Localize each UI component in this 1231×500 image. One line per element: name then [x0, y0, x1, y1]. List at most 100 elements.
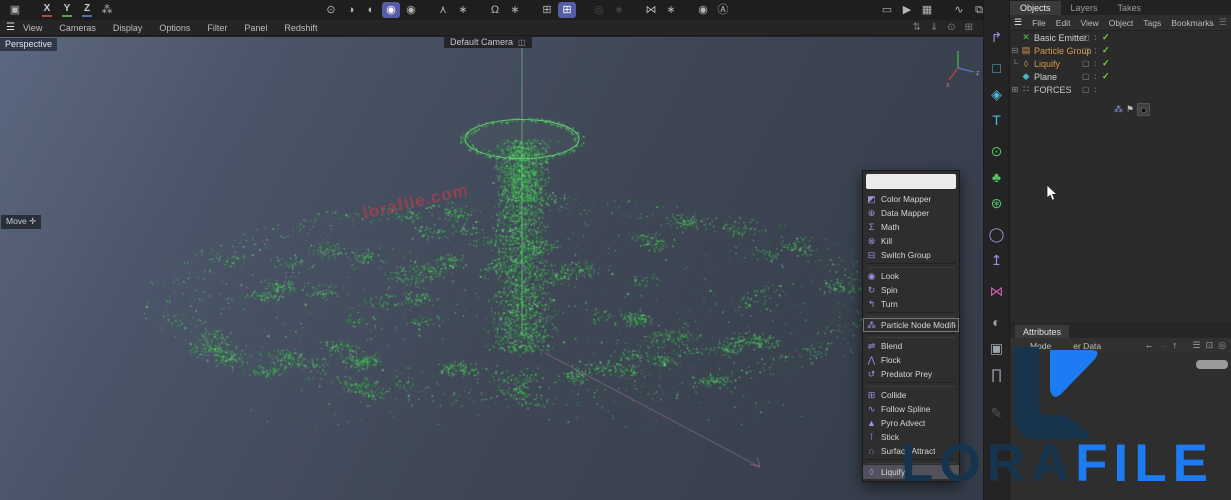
snap-polygon-icon[interactable]: ◐	[362, 2, 380, 18]
layer-toggle-icon[interactable]: ▢	[1082, 85, 1090, 94]
viewport-menu-item[interactable]: Filter	[207, 23, 227, 33]
visibility-dots-icon[interactable]: :	[1094, 33, 1097, 42]
snap-point-icon[interactable]: ⊙	[322, 2, 340, 18]
emitter-object-icon[interactable]: ⊙	[986, 139, 1008, 163]
panel-menu-item[interactable]: View	[1080, 18, 1098, 28]
menu-item-follow-spline[interactable]: ∿ Follow Spline	[863, 402, 959, 416]
text-object-icon[interactable]: T	[986, 108, 1008, 132]
layer-toggle-icon[interactable]: ▢	[1082, 59, 1090, 68]
xpresso-tag-icon[interactable]: ⁂	[1114, 104, 1123, 115]
sync-view-icon[interactable]: ⊙	[947, 22, 955, 33]
menu-item-kill[interactable]: ⊗ Kill	[863, 234, 959, 248]
tree-row-plane[interactable]: ◆ Plane ▢ : ✓	[1010, 70, 1231, 83]
viewport-3d[interactable]: Perspective Default Camera ◫ Move ✛ lora…	[0, 36, 983, 500]
menu-item-data-mapper[interactable]: ⊕ Data Mapper	[863, 206, 959, 220]
tree-row-particle-group[interactable]: ⊟ ▤ Particle Group ▢ : ✓	[1010, 44, 1231, 57]
menu-item-blend[interactable]: ⇌ Blend	[863, 339, 959, 353]
spline-pen-icon[interactable]: ↱	[986, 25, 1008, 49]
menu-item-spin[interactable]: ↻ Spin	[863, 283, 959, 297]
object-label[interactable]: Basic Emitter	[1034, 33, 1087, 43]
search-icon[interactable]: ◌	[1196, 17, 1201, 28]
menu-item-collide[interactable]: ⊞ Collide	[863, 388, 959, 402]
viewport-menu-item[interactable]: Panel	[244, 23, 267, 33]
flag-tag-icon[interactable]: ⚑	[1126, 104, 1134, 115]
material-tag-icon[interactable]: ●	[1137, 103, 1151, 116]
menu-separator[interactable]	[867, 312, 955, 317]
up-arrow-icon[interactable]: ↑	[1173, 340, 1178, 351]
visibility-dots-icon[interactable]: :	[1094, 85, 1097, 94]
tree-row-forces[interactable]: ⊞ ∷ FORCES ▢ :	[1010, 83, 1231, 96]
object-label[interactable]: FORCES	[1034, 85, 1072, 95]
menu-item-look[interactable]: ◉ Look	[863, 269, 959, 283]
visibility-dots-icon[interactable]: :	[1094, 72, 1097, 81]
viewport-menu-item[interactable]: View	[23, 23, 42, 33]
axis-z-toggle[interactable]: Z	[78, 2, 96, 18]
enabled-check-icon[interactable]: ✓	[1102, 58, 1110, 69]
scroll-pill[interactable]	[1196, 360, 1228, 369]
rectangle-spline-icon[interactable]: □	[986, 56, 1008, 80]
render-play-icon[interactable]: ▶	[898, 2, 916, 18]
auto-mode-icon[interactable]: Ⓐ	[714, 2, 732, 18]
gear-icon[interactable]: ∗	[662, 2, 680, 18]
lock-icon[interactable]: ⊡	[1206, 340, 1214, 351]
user-data-menu[interactable]: er Data	[1073, 341, 1101, 351]
panel-menu-item[interactable]: Edit	[1056, 18, 1071, 28]
panel-menu-item[interactable]: File	[1032, 18, 1046, 28]
tree-row-liquify[interactable]: └ ◊ Liquify ▢ : ✓	[1010, 57, 1231, 70]
menu-item-stick[interactable]: ⊺ Stick	[863, 430, 959, 444]
menu-separator[interactable]	[867, 333, 955, 338]
enabled-check-icon[interactable]: ✓	[1102, 32, 1110, 43]
toggle-views-icon[interactable]: ⊞	[965, 22, 973, 33]
menu-item-flock[interactable]: ⋀ Flock	[863, 353, 959, 367]
push-view-icon[interactable]: ⇓	[930, 22, 938, 33]
filter-icon[interactable]: ☰	[1193, 340, 1201, 351]
menu-item-predator-prey[interactable]: ↺ Predator Prey	[863, 367, 959, 381]
enabled-check-icon[interactable]: ✓	[1102, 45, 1110, 56]
mograph-object-icon[interactable]: ⋈	[986, 279, 1008, 303]
layer-toggle-icon[interactable]: ▢	[1082, 33, 1090, 42]
home-icon[interactable]: ⌂	[1207, 17, 1212, 28]
modeling-alt-icon[interactable]: ◉	[402, 2, 420, 18]
visibility-dots-icon[interactable]: :	[1094, 46, 1097, 55]
menu-item-color-mapper[interactable]: ◩ Color Mapper	[863, 192, 959, 206]
menu-item-pyro-advect[interactable]: ▲ Pyro Advect	[863, 416, 959, 430]
viewport-menu-item[interactable]: Cameras	[59, 23, 96, 33]
generator-object-icon[interactable]: ⊛	[986, 191, 1008, 215]
character-tool-icon[interactable]: ⋏	[434, 2, 452, 18]
expand-toggle[interactable]: ⊟	[1010, 46, 1020, 55]
deformer-object-icon[interactable]: ◯	[986, 222, 1008, 246]
back-arrow-icon[interactable]: ←	[1145, 340, 1154, 351]
curve-editor-icon[interactable]: ∿	[950, 2, 968, 18]
history-icon[interactable]: ◎	[1218, 340, 1226, 351]
expand-toggle[interactable]: └	[1010, 59, 1020, 68]
manager-tab[interactable]: Takes	[1108, 1, 1152, 15]
object-label[interactable]: Liquify	[1034, 59, 1060, 69]
enabled-check-icon[interactable]: ✓	[1102, 71, 1110, 82]
axis-y-toggle[interactable]: Y	[58, 2, 76, 18]
mode-menu[interactable]: Mode	[1030, 341, 1051, 351]
axis-modifier-icon[interactable]: ↥	[986, 248, 1008, 272]
magnet-tool-icon[interactable]: Ω	[486, 2, 504, 18]
manager-tab[interactable]: Layers	[1061, 1, 1108, 15]
manager-tab[interactable]: Objects	[1010, 1, 1061, 15]
menu-item-turn[interactable]: ↰ Turn	[863, 297, 959, 311]
viewport-menu-item[interactable]: Options	[159, 23, 190, 33]
gear-icon[interactable]: ∗	[610, 2, 628, 18]
expand-toggle[interactable]: ⊞	[1010, 85, 1020, 94]
stage-object-icon[interactable]: ∏	[986, 362, 1008, 386]
menu-separator[interactable]	[867, 382, 955, 387]
symmetry-tool-icon[interactable]: ⋈	[642, 2, 660, 18]
axis-x-toggle[interactable]: X	[38, 2, 56, 18]
menu-item-particle-node-modifier[interactable]: ⁂ Particle Node Modifier	[863, 318, 959, 332]
gear-icon[interactable]: ∗	[506, 2, 524, 18]
panel-menu-item[interactable]: Tags	[1143, 18, 1161, 28]
viewport-menu-item[interactable]: Redshift	[284, 23, 317, 33]
gear-icon[interactable]: ∗	[454, 2, 472, 18]
filter-icon[interactable]: ☰	[1219, 17, 1227, 28]
layer-toggle-icon[interactable]: ▢	[1082, 72, 1090, 81]
render-settings-icon[interactable]: ▦	[918, 2, 936, 18]
visibility-dots-icon[interactable]: :	[1094, 59, 1097, 68]
menu-search-input[interactable]	[866, 174, 956, 189]
coordinate-system-icon[interactable]: ⁂	[98, 2, 116, 18]
attributes-tab[interactable]: Attributes	[1015, 325, 1070, 338]
